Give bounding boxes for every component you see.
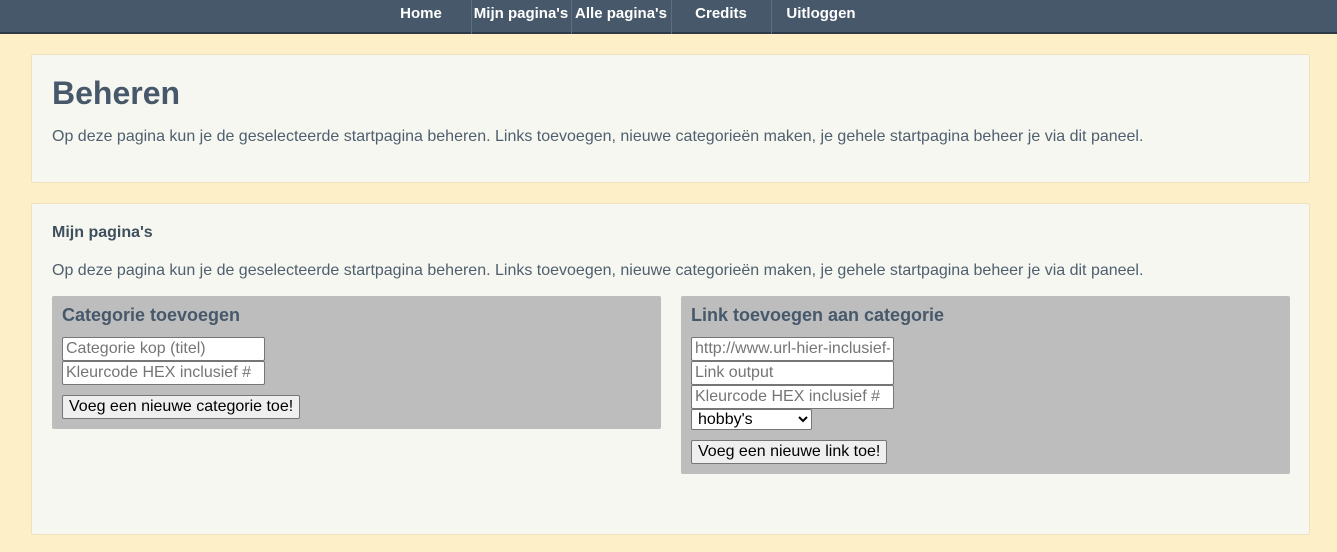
mijn-paginas-panel: Mijn pagina's Op deze pagina kun je de g…: [31, 203, 1310, 535]
category-form: Categorie toevoegen Voeg een nieuwe cate…: [52, 296, 661, 429]
link-category-select[interactable]: hobby's: [691, 409, 812, 430]
category-form-title: Categorie toevoegen: [62, 305, 241, 325]
link-url-input[interactable]: [691, 337, 894, 361]
link-color-input[interactable]: [691, 385, 894, 409]
page-title: Beheren: [52, 75, 181, 111]
add-link-button[interactable]: Voeg een nieuwe link toe!: [691, 440, 888, 464]
nav-alle-paginas[interactable]: Alle pagina's: [571, 0, 671, 32]
nav-home[interactable]: Home: [371, 0, 471, 32]
nav-uitloggen[interactable]: Uitloggen: [771, 0, 871, 32]
top-navigation: Home Mijn pagina's Alle pagina's Credits…: [0, 0, 1337, 34]
link-form: Link toevoegen aan categorie hobby's Voe…: [681, 296, 1290, 474]
nav-mijn-paginas[interactable]: Mijn pagina's: [471, 0, 571, 32]
add-category-button[interactable]: Voeg een nieuwe categorie toe!: [62, 395, 301, 419]
category-title-input[interactable]: [62, 337, 265, 361]
link-form-title: Link toevoegen aan categorie: [691, 305, 945, 325]
category-color-input[interactable]: [62, 361, 265, 385]
header-panel: Beheren Op deze pagina kun je de geselec…: [31, 54, 1310, 183]
nav-credits[interactable]: Credits: [671, 0, 771, 32]
section-title: Mijn pagina's: [52, 224, 153, 241]
link-output-input[interactable]: [691, 361, 894, 385]
page-description: Op deze pagina kun je de geselecteerde s…: [52, 128, 1144, 145]
section-description: Op deze pagina kun je de geselecteerde s…: [52, 262, 1144, 279]
